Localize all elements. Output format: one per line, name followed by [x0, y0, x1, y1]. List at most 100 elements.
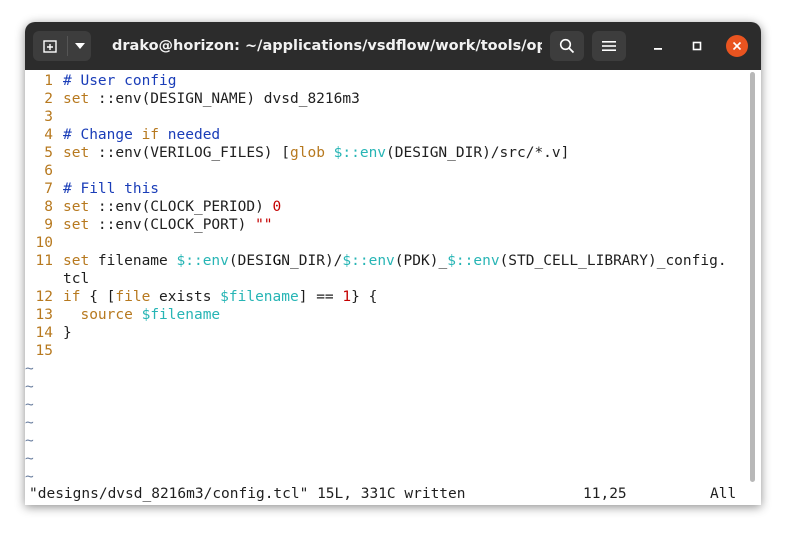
- code-token: needed: [159, 127, 221, 143]
- code-token: (DESI: [228, 253, 273, 269]
- code-line[interactable]: 1 # User config: [25, 72, 177, 90]
- line-number: 11: [35, 253, 53, 269]
- code-token: ::env(DESIGN_NAME) dvsd_8216m3: [89, 91, 360, 107]
- code-token: }: [63, 325, 72, 341]
- close-icon: [732, 41, 742, 51]
- line-number: 2: [44, 91, 53, 107]
- maximize-button[interactable]: [686, 35, 708, 57]
- code-token: # Fill this: [63, 181, 160, 197]
- code-line[interactable]: 4 # Change if needed: [25, 126, 220, 144]
- code-token: $filename: [220, 289, 299, 305]
- status-message: "designs/dvsd_8216m3/config.tcl" 15L, 33…: [29, 486, 466, 502]
- empty-line-marker: ~: [25, 415, 34, 431]
- code-line[interactable]: 13 source $filename: [25, 306, 221, 324]
- code-line[interactable]: 12 if { [file exists $filename] == 1} {: [25, 288, 378, 306]
- code-line[interactable]: tcl: [25, 270, 89, 288]
- line-number: 13: [35, 307, 53, 323]
- terminal-window: drako@horizon: ~/applications/vsdflow/wo…: [25, 22, 761, 505]
- code-token: # User config: [63, 73, 177, 89]
- code-token: set: [63, 199, 90, 215]
- empty-line-marker: ~: [25, 361, 34, 377]
- code-token: ::env(CLOCK_PORT): [89, 217, 256, 233]
- window-title: drako@horizon: ~/applications/vsdflow/wo…: [112, 38, 542, 54]
- empty-line-marker: ~: [25, 451, 34, 467]
- line-number: 14: [35, 325, 53, 341]
- line-number: 4: [44, 127, 53, 143]
- code-line[interactable]: 6: [25, 162, 63, 180]
- code-token: (PDK)_: [394, 253, 448, 269]
- code-line[interactable]: 5 set ::env(VERILOG_FILES) [glob $::env(D…: [25, 144, 569, 162]
- line-number: 9: [44, 217, 53, 233]
- code-token: "": [255, 217, 273, 233]
- code-token: tcl: [63, 271, 90, 287]
- code-token: $filename: [141, 307, 221, 323]
- search-button[interactable]: [550, 31, 584, 61]
- line-number: 8: [44, 199, 53, 215]
- empty-line-marker: ~: [25, 397, 34, 413]
- code-token: (STD_CELL_LIBRARY)_config.: [499, 253, 727, 269]
- code-token: (DESIGN_DIR)/src/*.v]: [386, 145, 570, 161]
- maximize-icon: [692, 41, 702, 51]
- code-token: 1: [342, 289, 352, 305]
- code-token: 0: [272, 199, 282, 215]
- code-token: $::env: [333, 145, 387, 161]
- line-number: 10: [35, 235, 53, 251]
- line-number: 3: [44, 109, 53, 125]
- vim-editor[interactable]: 1 # User config 2 set ::env(DESIGN_NAME) dv…: [25, 70, 761, 505]
- code-token: # Change: [63, 127, 142, 143]
- empty-line-marker: ~: [25, 379, 34, 395]
- minimize-icon: [654, 48, 662, 50]
- chevron-down-icon: [74, 43, 85, 49]
- code-line[interactable]: 3: [25, 108, 63, 126]
- code-token: filename: [89, 253, 177, 269]
- code-token: set: [63, 253, 90, 269]
- code-line[interactable]: 14}: [25, 324, 72, 342]
- line-number: 5: [44, 145, 53, 161]
- empty-line-marker: ~: [25, 433, 34, 449]
- code-line[interactable]: 10: [25, 234, 63, 252]
- menu-button[interactable]: [592, 31, 626, 61]
- cursor-position: 11,25: [583, 486, 627, 502]
- code-token: N_DIR)/: [281, 253, 343, 269]
- tab-menu-button[interactable]: [68, 31, 91, 61]
- line-number: 6: [44, 163, 53, 179]
- hamburger-icon: [602, 41, 616, 51]
- code-token: glob: [290, 145, 325, 161]
- code-line[interactable]: 9 set ::env(CLOCK_PORT) "": [25, 216, 273, 234]
- code-token: set: [63, 145, 90, 161]
- code-token: if: [141, 127, 160, 143]
- title-bar: drako@horizon: ~/applications/vsdflow/wo…: [25, 22, 761, 70]
- code-token: set: [63, 91, 90, 107]
- code-token: source: [80, 307, 133, 323]
- code-token: $::env: [342, 253, 395, 269]
- new-tab-button[interactable]: [33, 31, 67, 61]
- empty-line-marker: ~: [25, 469, 34, 485]
- code-token: ::env(VERILOG_FILES) [: [89, 145, 290, 161]
- text-cursor: G: [272, 253, 282, 269]
- new-tab-icon: [43, 40, 57, 53]
- code-token: ] ==: [298, 289, 343, 305]
- code-line[interactable]: 15: [25, 342, 63, 360]
- code-token: $::env: [176, 253, 229, 269]
- code-line[interactable]: 8 set ::env(CLOCK_PERIOD) 0: [25, 198, 281, 216]
- code-token: $::env: [447, 253, 500, 269]
- scroll-indicator: All: [710, 486, 737, 502]
- code-token: } {: [351, 289, 378, 305]
- tab-controls: [33, 31, 91, 61]
- code-token: file: [115, 289, 151, 305]
- line-number: 7: [44, 181, 53, 197]
- scrollbar[interactable]: [750, 72, 755, 482]
- minimize-button[interactable]: [647, 35, 669, 57]
- code-token: exists: [150, 289, 221, 305]
- code-line[interactable]: 7 # Fill this: [25, 180, 159, 198]
- line-number: 15: [35, 343, 53, 359]
- code-line[interactable]: 2 set ::env(DESIGN_NAME) dvsd_8216m3: [25, 90, 360, 108]
- code-token: { [: [80, 289, 116, 305]
- line-number: 12: [35, 289, 53, 305]
- code-line[interactable]: 11 set filename $::env(DESIGN_DIR)/$::env…: [25, 252, 727, 270]
- code-token: if: [63, 289, 81, 305]
- close-button[interactable]: [726, 35, 748, 57]
